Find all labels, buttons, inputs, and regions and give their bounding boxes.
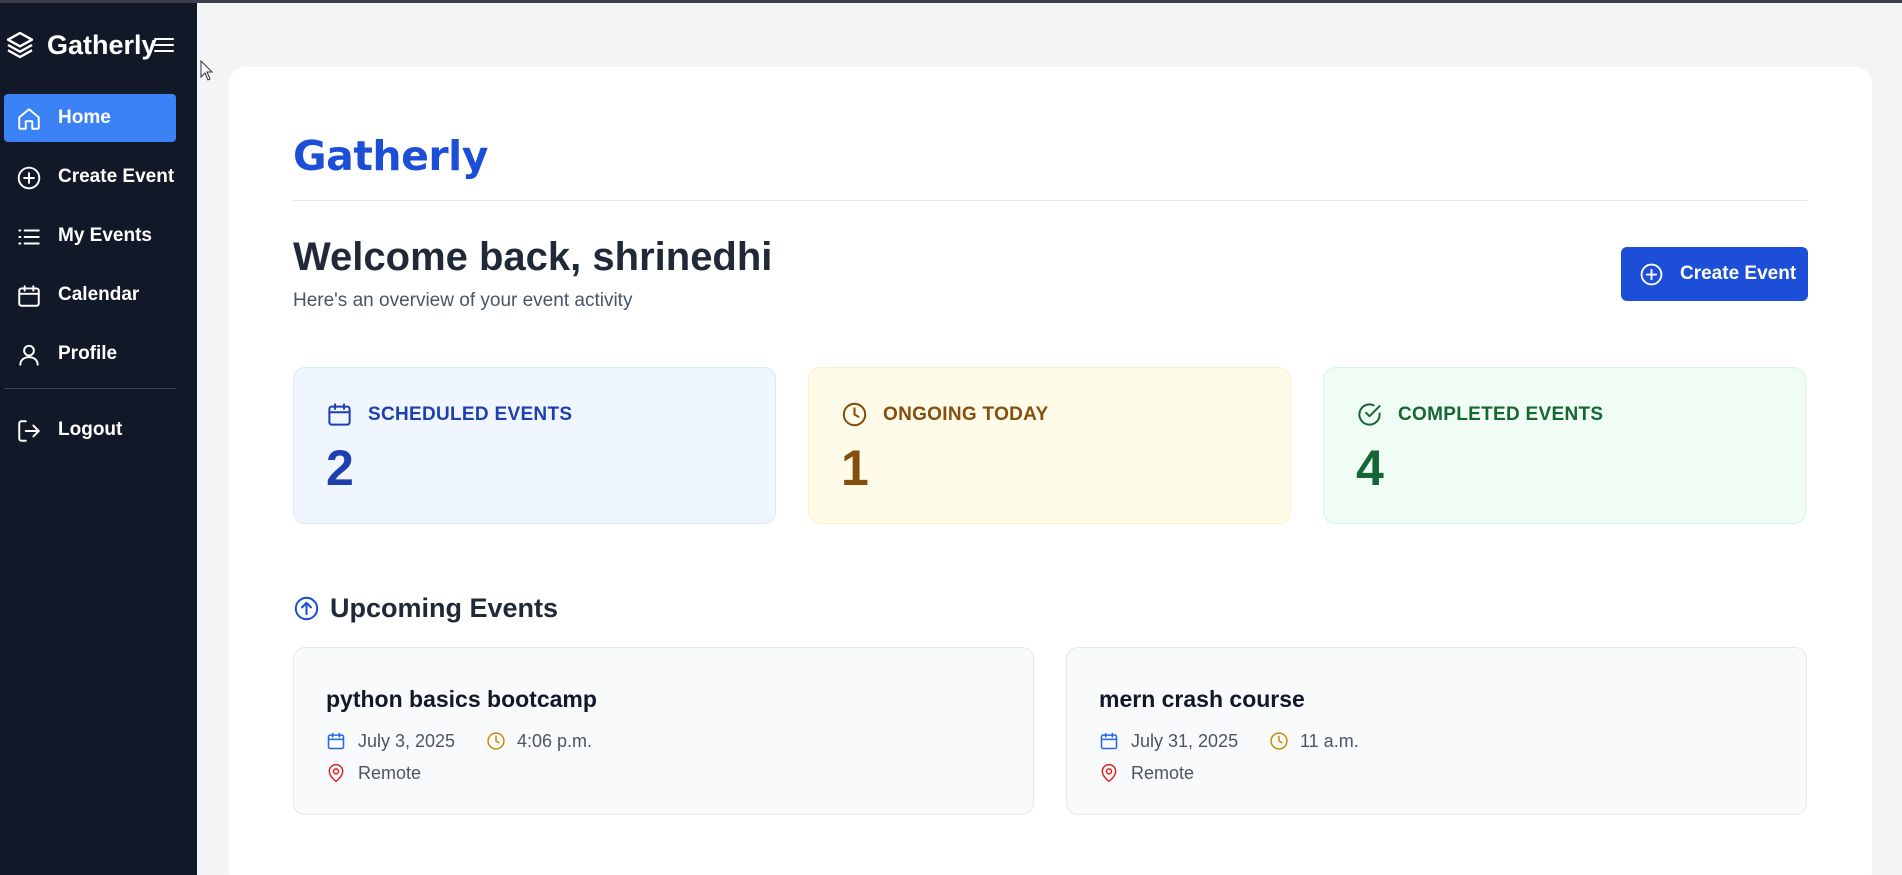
stat-card-ongoing: ONGOING TODAY 1 bbox=[808, 367, 1291, 524]
event-title: mern crash course bbox=[1099, 686, 1305, 712]
sidebar-item-label: Home bbox=[58, 107, 111, 128]
calendar-icon bbox=[18, 285, 40, 307]
clock-icon bbox=[487, 732, 505, 750]
sidebar-item-logout[interactable]: Logout bbox=[4, 406, 176, 454]
home-icon bbox=[18, 108, 40, 130]
event-card[interactable]: mern crash course July 31, 2025 11 a.m. … bbox=[1066, 647, 1807, 815]
sidebar-item-label: Profile bbox=[58, 343, 118, 364]
create-event-button[interactable]: Create Event bbox=[1621, 247, 1808, 301]
section-title-label: Upcoming Events bbox=[330, 593, 559, 623]
create-event-button-label: Create Event bbox=[1680, 263, 1797, 284]
clock-icon bbox=[842, 402, 867, 427]
stat-card-scheduled: SCHEDULED EVENTS 2 bbox=[293, 367, 776, 524]
event-date: July 31, 2025 bbox=[1131, 731, 1239, 751]
sidebar-item-create-event[interactable]: Create Event bbox=[4, 153, 176, 201]
mouse-pointer-icon bbox=[200, 60, 214, 81]
sidebar-item-label: Logout bbox=[58, 419, 123, 440]
sidebar-item-calendar[interactable]: Calendar bbox=[4, 271, 176, 319]
event-card[interactable]: python basics bootcamp July 3, 2025 4:06… bbox=[293, 647, 1034, 815]
page-brand-title: Gatherly bbox=[293, 132, 488, 180]
plus-circle-icon bbox=[1640, 263, 1663, 286]
calendar-icon bbox=[327, 732, 345, 750]
sidebar-item-label: My Events bbox=[58, 225, 152, 246]
hamburger-menu-icon[interactable] bbox=[153, 34, 175, 56]
event-location: Remote bbox=[1131, 763, 1195, 783]
stat-value: 4 bbox=[1356, 440, 1384, 496]
welcome-heading: Welcome back, shrinedhi bbox=[293, 235, 773, 279]
stat-card-completed: COMPLETED EVENTS 4 bbox=[1323, 367, 1806, 524]
sidebar-item-profile[interactable]: Profile bbox=[4, 330, 176, 378]
check-circle-icon bbox=[1358, 403, 1381, 426]
sidebar-brand: Gatherly bbox=[0, 3, 197, 83]
logout-icon bbox=[18, 420, 40, 442]
arrow-up-circle-icon bbox=[294, 596, 319, 621]
calendar-icon bbox=[328, 403, 351, 426]
event-time: 11 a.m. bbox=[1300, 731, 1359, 751]
map-pin-icon bbox=[328, 763, 344, 783]
event-title: python basics bootcamp bbox=[326, 686, 597, 712]
header-divider bbox=[293, 200, 1807, 201]
map-pin-icon bbox=[1101, 763, 1117, 783]
stat-label: SCHEDULED EVENTS bbox=[368, 404, 573, 425]
layers-logo-icon bbox=[6, 31, 34, 59]
sidebar-item-home[interactable]: Home bbox=[4, 94, 176, 142]
welcome-subtitle: Here's an overview of your event activit… bbox=[293, 290, 633, 311]
main-content-card: Gatherly Welcome back, shrinedhi Here's … bbox=[229, 67, 1872, 875]
sidebar-item-label: Create Event bbox=[58, 166, 175, 187]
user-icon bbox=[19, 344, 39, 366]
list-icon bbox=[18, 229, 40, 245]
event-time: 4:06 p.m. bbox=[517, 731, 593, 751]
stat-label: ONGOING TODAY bbox=[883, 404, 1049, 425]
plus-circle-icon bbox=[17, 166, 41, 190]
sidebar-divider bbox=[4, 388, 176, 389]
sidebar-item-my-events[interactable]: My Events bbox=[4, 212, 176, 260]
stat-value: 2 bbox=[326, 440, 354, 496]
stat-value: 1 bbox=[841, 440, 869, 496]
window-top-border bbox=[0, 0, 1902, 3]
sidebar-item-label: Calendar bbox=[58, 284, 140, 305]
stat-label: COMPLETED EVENTS bbox=[1398, 404, 1604, 425]
sidebar: Gatherly Home Create Event My Events Cal… bbox=[0, 3, 197, 875]
sidebar-app-name: Gatherly bbox=[47, 30, 157, 60]
calendar-icon bbox=[1100, 732, 1118, 750]
event-location: Remote bbox=[358, 763, 422, 783]
clock-icon bbox=[1270, 732, 1288, 750]
event-date: July 3, 2025 bbox=[358, 731, 456, 751]
